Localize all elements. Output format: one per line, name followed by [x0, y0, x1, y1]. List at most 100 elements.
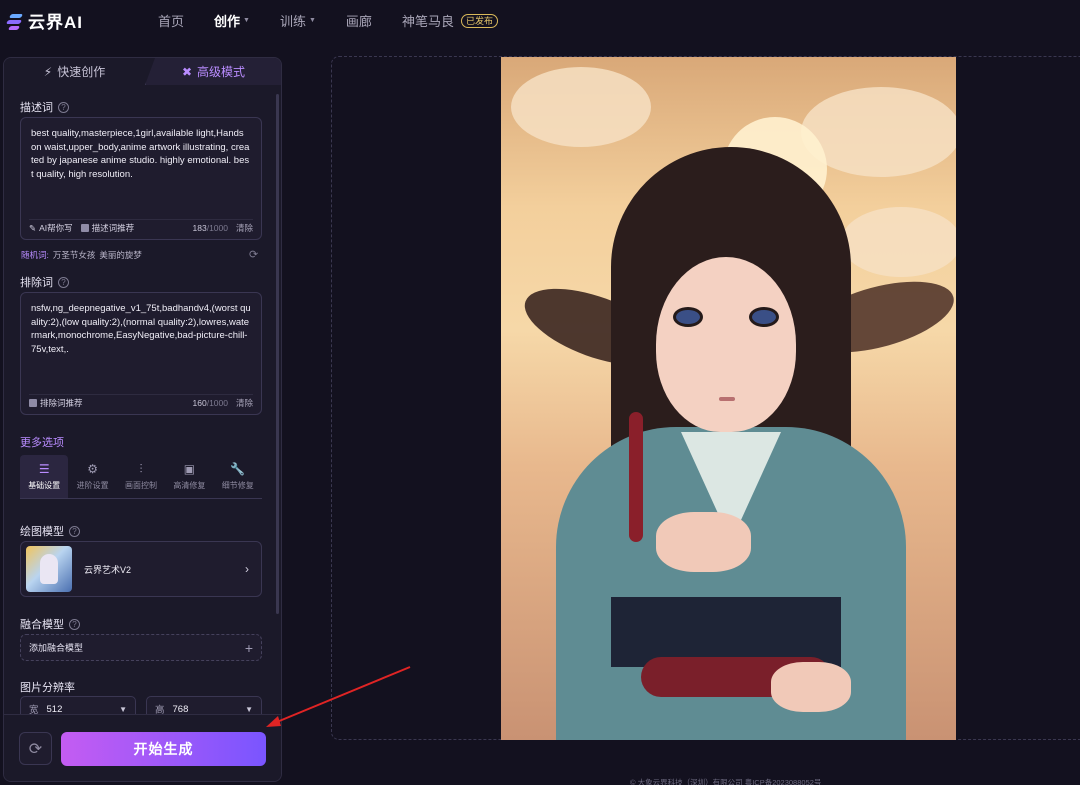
resolution-label: 图片分辨率	[20, 679, 75, 695]
prompt-footer: ✎ AI帮你写 描述词推荐 183/1000 清除	[29, 219, 253, 233]
generated-image[interactable]	[501, 57, 956, 740]
help-icon[interactable]: ?	[58, 276, 69, 288]
tab-advanced-label: 高级模式	[197, 65, 246, 79]
copyright-footer: © 大象云界科技（深圳）有限公司 粤ICP备2023088052号	[630, 778, 822, 785]
wrench-icon: 🔧	[230, 461, 246, 476]
ai-write-button[interactable]: ✎ AI帮你写	[29, 222, 73, 234]
model-thumbnail	[26, 546, 72, 592]
logo-icon	[5, 12, 24, 30]
subtab-detail-fix[interactable]: 🔧 细节修复	[214, 455, 262, 498]
nav-magic-brush[interactable]: 神笔马良 已发布	[402, 11, 498, 30]
model-selector[interactable]: 云界艺术V2 ›	[20, 541, 262, 597]
prompt-counter: 183/1000	[193, 223, 228, 233]
negative-recommend-label: 排除词推荐	[40, 398, 83, 408]
prompt-label: 描述词 ?	[20, 99, 69, 115]
negative-clear-button[interactable]: 清除	[236, 397, 253, 409]
subtab-control[interactable]: ⫶ 画面控制	[117, 455, 165, 498]
ai-write-label: AI帮你写	[39, 223, 73, 233]
prompt-label-text: 描述词	[20, 102, 53, 114]
action-bar: ⟳ 开始生成	[4, 714, 281, 781]
book-icon	[29, 399, 37, 407]
gear-icon: ⚙	[87, 461, 98, 476]
status-badge: 已发布	[460, 13, 498, 28]
random-word[interactable]: 美丽的旋梦	[99, 249, 142, 261]
brand-name: 云界AI	[28, 13, 83, 32]
negative-box[interactable]: nsfw,ng_deepnegative_v1_75t,badhandv4,(w…	[20, 292, 262, 415]
negative-limit: /1000	[206, 398, 228, 408]
subtab-advanced[interactable]: ⚙ 进阶设置	[68, 455, 116, 498]
negative-label-text: 排除词	[20, 277, 53, 289]
random-label: 随机词:	[21, 250, 49, 260]
negative-footer: 排除词推荐 160/1000 清除	[29, 394, 253, 408]
subtab-control-label: 画面控制	[124, 480, 157, 490]
model-name: 云界艺术V2	[84, 564, 132, 575]
fusion-label: 融合模型 ?	[20, 616, 80, 632]
prompt-clear-button[interactable]: 清除	[236, 222, 253, 234]
tab-advanced[interactable]: ✖ 高级模式	[144, 58, 281, 85]
prompt-recommend-button[interactable]: 描述词推荐	[80, 222, 135, 234]
sliders-icon: ☰	[38, 461, 50, 476]
height-value: 768	[172, 703, 189, 715]
brand-logo[interactable]: 云界AI	[5, 8, 83, 33]
prompt-count: 183	[192, 223, 207, 233]
pen-icon: ✎	[29, 222, 37, 233]
tab-quick-create[interactable]: ⚡ 快速创作	[4, 58, 145, 85]
chevron-down-icon: ▼	[119, 704, 127, 714]
reset-button[interactable]: ⟳	[19, 732, 52, 765]
scrollbar[interactable]	[276, 94, 279, 614]
model-label: 绘图模型 ?	[20, 523, 80, 539]
prompt-recommend-label: 描述词推荐	[91, 223, 135, 233]
model-label-text: 绘图模型	[20, 526, 64, 538]
help-icon[interactable]: ?	[58, 101, 69, 113]
nav-train[interactable]: 训练 ▼	[280, 11, 316, 30]
subtab-hd-fix[interactable]: ▣ 高清修复	[165, 455, 213, 498]
refresh-icon[interactable]: ⟳	[249, 248, 258, 261]
prompt-limit: /1000	[206, 223, 228, 233]
bolt-icon: ⚡	[43, 64, 53, 79]
nav-magic-brush-label: 神笔马良	[401, 14, 454, 29]
settings-panel: ⚡ 快速创作 ✖ 高级模式 描述词 ? best quality,masterp…	[3, 57, 282, 782]
add-fusion-model-button[interactable]: 添加融合模型 +	[20, 634, 262, 661]
refresh-icon: ⟳	[28, 740, 43, 758]
plus-icon: +	[244, 639, 253, 656]
settings-subtabs: ☰ 基础设置 ⚙ 进阶设置 ⫶ 画面控制 ▣ 高清修复 🔧 细节修复	[20, 455, 262, 499]
book-icon	[80, 224, 89, 232]
mode-tabs: ⚡ 快速创作 ✖ 高级模式	[4, 58, 281, 85]
width-value: 512	[46, 703, 63, 715]
negative-counter: 160/1000	[193, 398, 228, 408]
chevron-down-icon: ▼	[245, 704, 253, 714]
negative-textarea[interactable]: nsfw,ng_deepnegative_v1_75t,badhandv4,(w…	[21, 293, 261, 365]
negative-label: 排除词 ?	[20, 274, 69, 290]
nav-home[interactable]: 首页	[158, 11, 184, 30]
help-icon[interactable]: ?	[69, 618, 80, 630]
subtab-basic[interactable]: ☰ 基础设置	[20, 455, 69, 498]
subtab-basic-label: 基础设置	[28, 480, 61, 490]
annotation-arrow	[266, 666, 411, 727]
generate-button[interactable]: 开始生成	[61, 732, 266, 766]
help-icon[interactable]: ?	[69, 525, 80, 537]
prompt-box[interactable]: best quality,masterpiece,1girl,available…	[20, 117, 262, 240]
negative-recommend-button[interactable]: 排除词推荐	[29, 397, 83, 409]
hd-icon: ▣	[183, 461, 196, 476]
negative-count: 160	[192, 398, 207, 408]
resolution-label-text: 图片分辨率	[20, 682, 75, 694]
subtab-hd-fix-label: 高清修复	[173, 480, 206, 490]
nav-gallery-label: 画廊	[345, 14, 372, 29]
random-word[interactable]: 万圣节女孩	[53, 249, 96, 261]
nav-home-label: 首页	[158, 14, 185, 29]
chevron-down-icon: ▼	[308, 17, 316, 24]
chevron-down-icon: ▼	[243, 17, 250, 24]
prompt-textarea[interactable]: best quality,masterpiece,1girl,available…	[21, 118, 261, 190]
tab-quick-label: 快速创作	[57, 65, 106, 79]
nav-train-label: 训练	[279, 14, 306, 29]
fusion-label-text: 融合模型	[20, 619, 64, 631]
main-nav: 首页 创作 ▼ 训练 ▼ 画廊 神笔马良 已发布	[158, 11, 528, 30]
more-options-label: 更多选项	[20, 437, 64, 449]
subtab-detail-fix-label: 细节修复	[221, 480, 254, 490]
top-navigation: 云界AI 首页 创作 ▼ 训练 ▼ 画廊 神笔马良 已发布	[0, 0, 1080, 38]
nav-create[interactable]: 创作 ▼	[214, 11, 250, 30]
random-words: 随机词: 万圣节女孩 美丽的旋梦	[21, 249, 142, 261]
tune-icon: ⫶	[139, 461, 143, 476]
subtab-advanced-label: 进阶设置	[76, 480, 109, 490]
nav-gallery[interactable]: 画廊	[346, 11, 372, 30]
